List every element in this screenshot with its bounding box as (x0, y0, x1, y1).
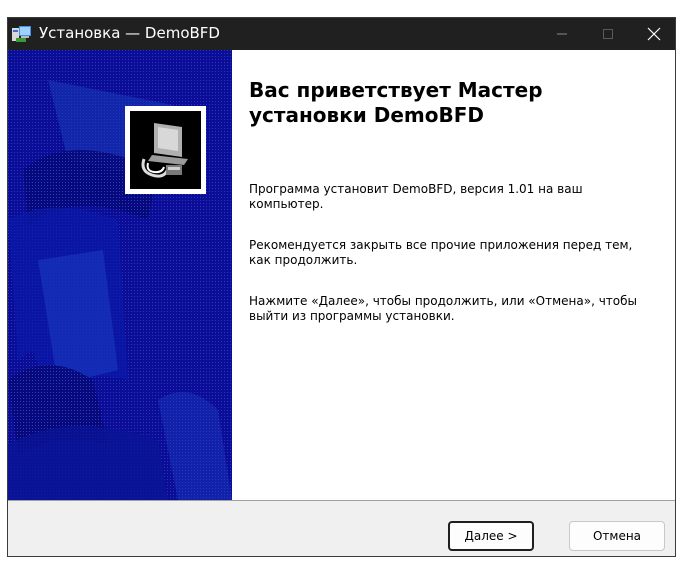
minimize-button[interactable] (539, 18, 585, 50)
next-button-label: алее > (473, 529, 518, 543)
info-text-close-apps: Рекомендуется закрыть все прочие приложе… (249, 238, 633, 267)
info-text-instructions: Нажмите «Далее», чтобы продолжить, или «… (249, 294, 637, 323)
installer-window: Установка — DemoBFD Вас приветствует Мас… (7, 17, 676, 557)
wizard-footer: Далее > Отмена (8, 501, 675, 556)
maximize-button[interactable] (585, 18, 631, 50)
next-button-mnemonic: Д (464, 529, 474, 543)
info-text-install: Программа установит DemoBFD, версия 1.01… (249, 182, 583, 211)
cancel-button[interactable]: Отмена (569, 521, 665, 551)
setup-logo (125, 106, 206, 194)
title-bar[interactable]: Установка — DemoBFD (8, 18, 675, 50)
installer-icon (12, 25, 32, 43)
window-title: Установка — DemoBFD (39, 24, 220, 42)
wizard-banner-image (8, 50, 232, 500)
close-icon (647, 27, 661, 41)
setup-computer-icon (141, 123, 188, 178)
welcome-heading: Вас приветствует Мастер установки DemoBF… (249, 78, 543, 127)
minimize-icon (557, 33, 567, 35)
wizard-content: Вас приветствует Мастер установки DemoBF… (232, 50, 675, 500)
next-button[interactable]: Далее > (448, 521, 534, 551)
maximize-icon (603, 29, 613, 39)
close-button[interactable] (631, 18, 675, 50)
